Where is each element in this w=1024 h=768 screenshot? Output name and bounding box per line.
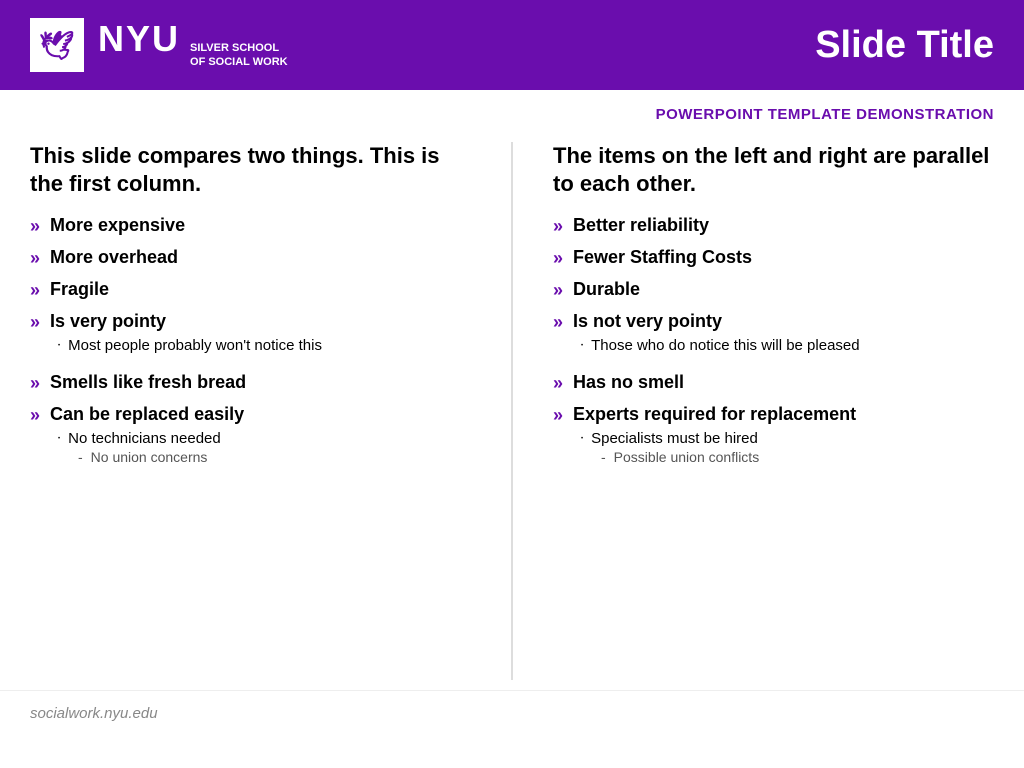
list-item: » More overhead xyxy=(30,247,471,269)
school-name: SILVER SCHOOL OF SOCIAL WORK xyxy=(190,42,288,68)
sub-sub-item-label: No union concerns xyxy=(91,449,208,465)
item-label: Smells like fresh bread xyxy=(50,372,246,393)
sub-list: • Specialists must be hired - Possible u… xyxy=(581,430,759,471)
left-column-heading: This slide compares two things. This is … xyxy=(30,142,471,197)
list-item: » Has no smell xyxy=(553,372,994,394)
item-label: Fewer Staffing Costs xyxy=(573,247,752,268)
chevron-icon: » xyxy=(30,405,40,426)
sub-item-label: Specialists must be hired xyxy=(591,430,758,447)
main-content: This slide compares two things. This is … xyxy=(0,132,1024,690)
list-item: • Those who do notice this will be pleas… xyxy=(581,337,860,354)
chevron-icon: » xyxy=(553,312,563,333)
chevron-icon: » xyxy=(553,405,563,426)
footer-url: socialwork.nyu.edu xyxy=(30,705,158,722)
item-label: Has no smell xyxy=(573,372,684,393)
sub-item-label: Those who do notice this will be pleased xyxy=(591,337,860,354)
list-item: » Durable xyxy=(553,279,994,301)
sub-sub-list: - Possible union conflicts xyxy=(601,449,759,467)
list-item: » Smells like fresh bread xyxy=(30,372,471,394)
subtitle-text: POWERPOINT TEMPLATE DEMONSTRATION xyxy=(656,106,994,123)
chevron-icon: » xyxy=(553,216,563,237)
dash-icon: - xyxy=(78,449,83,465)
nyu-text: NYU xyxy=(98,21,180,57)
list-item: » Is very pointy • Most people probably … xyxy=(30,311,471,362)
right-column-heading: The items on the left and right are para… xyxy=(553,142,994,197)
chevron-icon: » xyxy=(30,280,40,301)
sub-sub-list: - No union concerns xyxy=(78,449,207,467)
list-item: • Specialists must be hired - Possible u… xyxy=(581,430,759,467)
logo-area: 🕊 NYU SILVER SCHOOL OF SOCIAL WORK xyxy=(30,18,288,72)
list-item: - Possible union conflicts xyxy=(601,449,759,465)
nyu-logo-box: 🕊 xyxy=(30,18,84,72)
nyu-torch-icon: 🕊 xyxy=(39,29,75,62)
nyu-wordmark: NYU SILVER SCHOOL OF SOCIAL WORK xyxy=(98,21,288,68)
bullet-icon: • xyxy=(581,343,583,349)
chevron-icon: » xyxy=(30,216,40,237)
chevron-icon: » xyxy=(553,248,563,269)
left-column: This slide compares two things. This is … xyxy=(30,142,471,680)
chevron-icon: » xyxy=(30,248,40,269)
right-bullet-list: » Better reliability » Fewer Staffing Co… xyxy=(553,215,994,475)
item-label: Fragile xyxy=(50,279,109,300)
bullet-icon: • xyxy=(58,343,60,349)
item-label: More overhead xyxy=(50,247,178,268)
sub-item-label: No technicians needed xyxy=(68,430,221,447)
subtitle-bar: POWERPOINT TEMPLATE DEMONSTRATION xyxy=(0,90,1024,132)
item-label: Durable xyxy=(573,279,640,300)
list-item: » Fragile xyxy=(30,279,471,301)
sub-sub-item-label: Possible union conflicts xyxy=(614,449,760,465)
chevron-icon: » xyxy=(30,373,40,394)
list-item: • Most people probably won't notice this xyxy=(58,337,322,354)
right-column: The items on the left and right are para… xyxy=(553,142,994,680)
sub-list: • Most people probably won't notice this xyxy=(58,337,322,358)
dash-icon: - xyxy=(601,449,606,465)
sub-list: • No technicians needed - No union conce… xyxy=(58,430,221,471)
bullet-icon: • xyxy=(581,436,583,442)
item-label: Better reliability xyxy=(573,215,709,236)
footer: socialwork.nyu.edu xyxy=(0,690,1024,737)
list-item: • No technicians needed - No union conce… xyxy=(58,430,221,467)
list-item: » Better reliability xyxy=(553,215,994,237)
item-label: Can be replaced easily xyxy=(50,404,244,425)
chevron-icon: » xyxy=(553,373,563,394)
chevron-icon: » xyxy=(553,280,563,301)
list-item: » Experts required for replacement • Spe… xyxy=(553,404,994,475)
list-item: » More expensive xyxy=(30,215,471,237)
sub-item-label: Most people probably won't notice this xyxy=(68,337,322,354)
item-label: Is very pointy xyxy=(50,311,166,332)
chevron-icon: » xyxy=(30,312,40,333)
left-bullet-list: » More expensive » More overhead » Fragi… xyxy=(30,215,471,475)
slide-title: Slide Title xyxy=(815,24,994,67)
item-label: Experts required for replacement xyxy=(573,404,856,425)
list-item: » Fewer Staffing Costs xyxy=(553,247,994,269)
header: 🕊 NYU SILVER SCHOOL OF SOCIAL WORK Slide… xyxy=(0,0,1024,90)
sub-list: • Those who do notice this will be pleas… xyxy=(581,337,860,358)
list-item: » Can be replaced easily • No technician… xyxy=(30,404,471,475)
bullet-icon: • xyxy=(58,436,60,442)
list-item: » Is not very pointy • Those who do noti… xyxy=(553,311,994,362)
item-label: Is not very pointy xyxy=(573,311,722,332)
item-label: More expensive xyxy=(50,215,185,236)
column-divider xyxy=(511,142,513,680)
list-item: - No union concerns xyxy=(78,449,207,465)
